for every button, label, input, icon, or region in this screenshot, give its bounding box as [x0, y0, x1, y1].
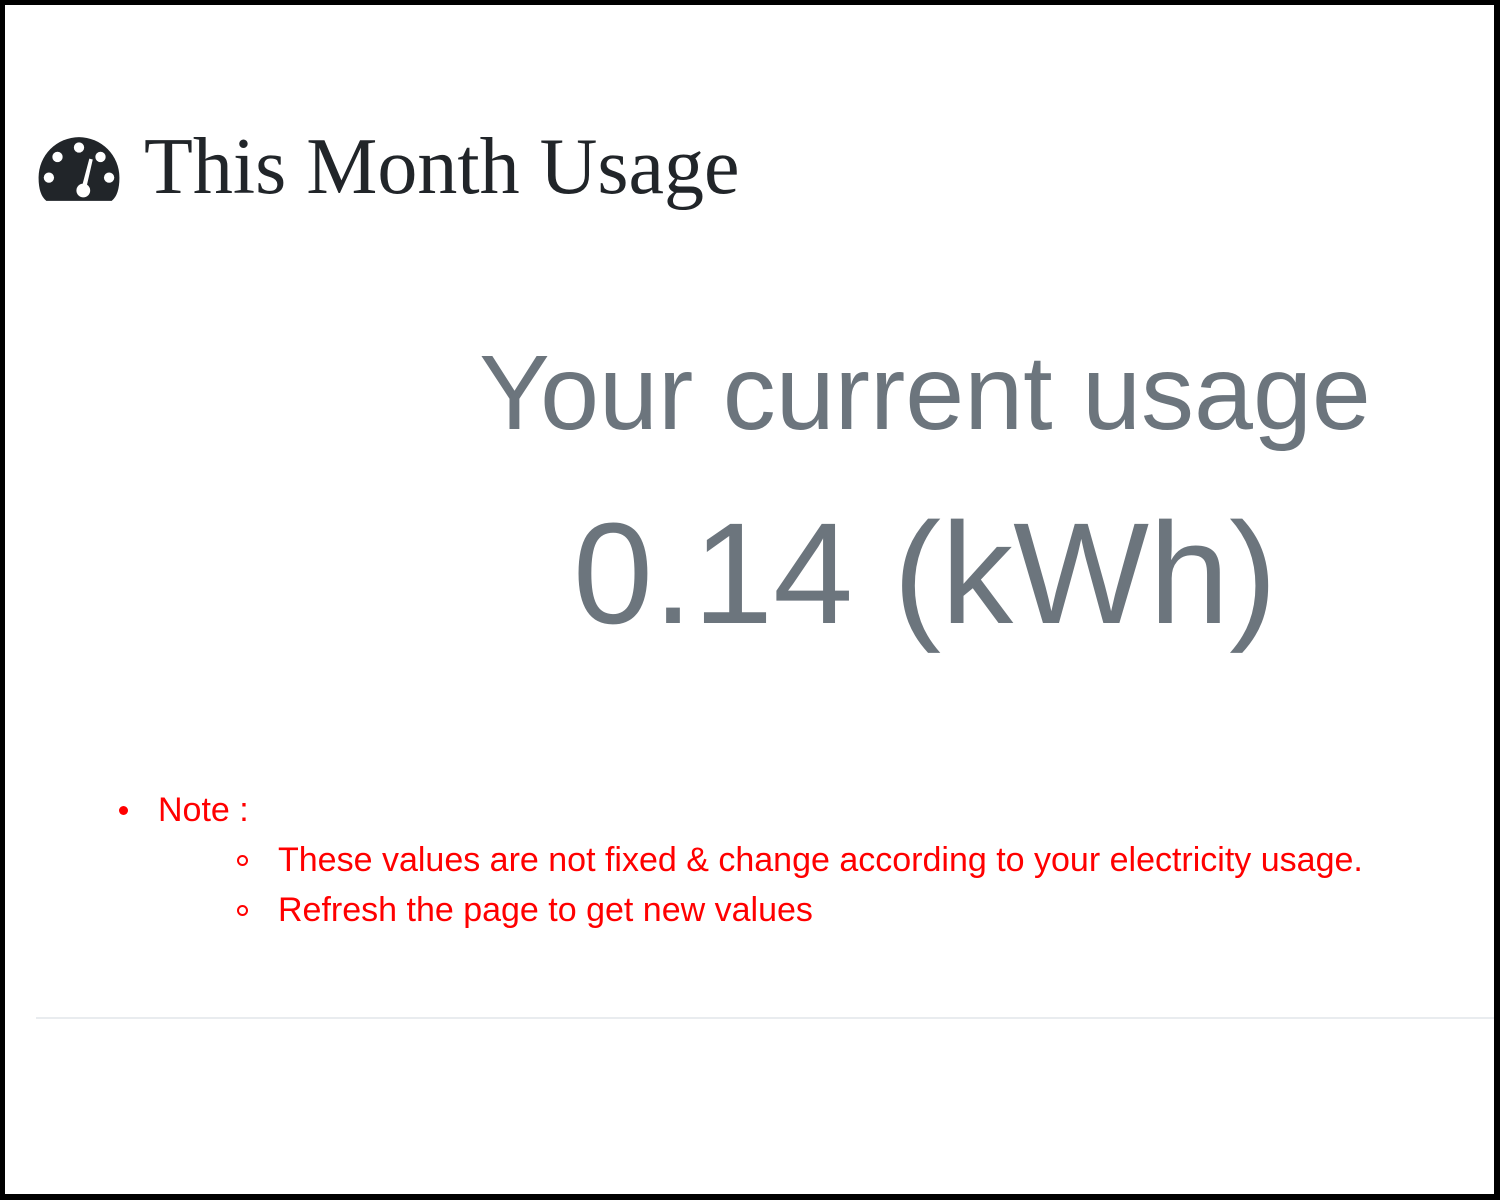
tachometer-gauge-icon: [38, 137, 120, 201]
circle-bullet-icon: [237, 854, 248, 866]
note-heading: Note :: [158, 790, 249, 829]
divider: [36, 1017, 1494, 1019]
usage-display: Your current usage 0.14 (kWh): [345, 340, 1494, 646]
note-item-text: Refresh the page to get new values: [278, 890, 813, 929]
circle-bullet-icon: [237, 904, 248, 916]
notes-list: Note : These values are not fixed & chan…: [112, 785, 1363, 935]
disc-bullet-icon: [119, 805, 128, 815]
page-frame: This Month Usage Your current usage 0.14…: [5, 5, 1494, 1194]
usage-label: Your current usage: [479, 334, 1371, 452]
note-item: Refresh the page to get new values: [112, 885, 1363, 935]
note-item-text: These values are not fixed & change acco…: [278, 840, 1363, 879]
note-item: These values are not fixed & change acco…: [112, 835, 1363, 885]
page-title: This Month Usage: [144, 123, 740, 211]
usage-value: 0.14 (kWh): [572, 493, 1278, 654]
note-heading-item: Note :: [112, 785, 1363, 835]
page-header: This Month Usage: [36, 117, 740, 217]
